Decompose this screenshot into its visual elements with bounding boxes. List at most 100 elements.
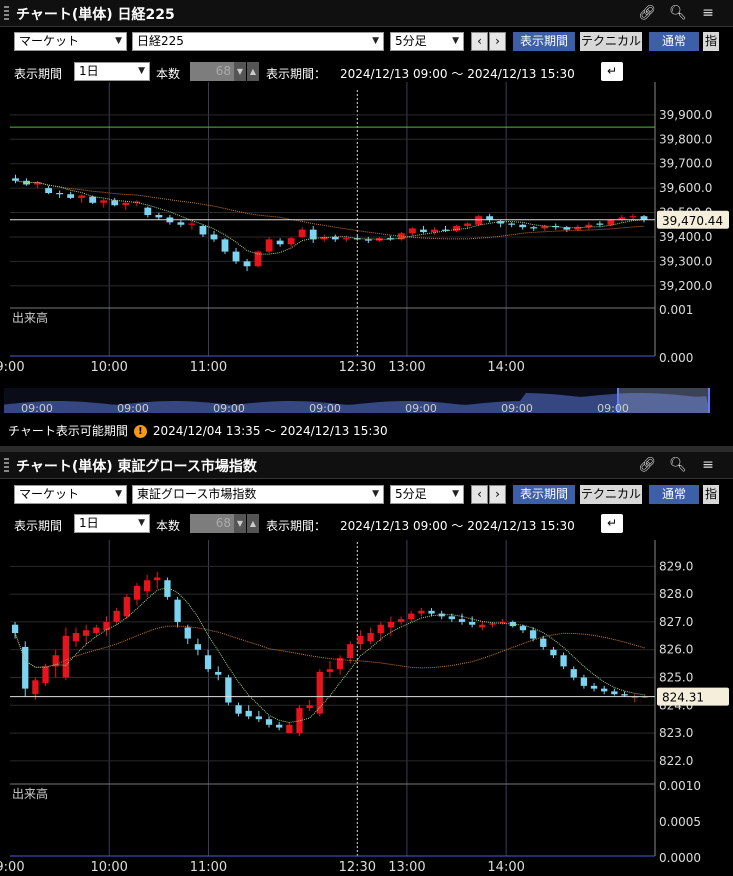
search-icon[interactable]: 🔍︎: [669, 4, 687, 22]
candle: [458, 619, 466, 622]
count-down-icon[interactable]: ▼: [234, 514, 246, 533]
candle: [611, 691, 618, 695]
candle: [72, 633, 80, 642]
mode-index-button[interactable]: 指: [703, 485, 719, 504]
candle: [143, 580, 151, 592]
prev-button[interactable]: ‹: [471, 485, 488, 504]
count-up-icon[interactable]: ▲: [247, 514, 259, 533]
candle: [621, 694, 628, 696]
x-tick-label: 10:00: [90, 860, 127, 872]
count-input[interactable]: 68: [190, 62, 234, 81]
display-period-button[interactable]: 表示期間: [513, 32, 575, 51]
symbol-select[interactable]: 東証グロース市場指数 ▼: [132, 485, 384, 504]
market-select[interactable]: マーケット ▼: [14, 32, 127, 51]
count-down-icon[interactable]: ▼: [234, 62, 246, 81]
search-icon[interactable]: 🔍︎: [669, 456, 687, 474]
menu-icon[interactable]: ≡: [699, 4, 717, 22]
chevron-down-icon: ▼: [372, 36, 379, 46]
candle: [336, 658, 344, 670]
candle: [113, 610, 120, 622]
count-label: 本数: [156, 519, 181, 533]
candle: [529, 630, 537, 639]
y-tick-label: 822.0: [659, 754, 693, 768]
navigator-time-label: 09:00: [21, 402, 53, 415]
interval-select[interactable]: 5分足 ▼: [390, 485, 464, 504]
period-select[interactable]: 1日 ▼: [74, 514, 150, 533]
candle: [89, 196, 97, 203]
x-tick-label: 12:30: [339, 860, 376, 872]
volume-tick-label: 0.001: [659, 303, 693, 317]
candle: [276, 724, 283, 728]
candle: [541, 225, 549, 229]
market-select[interactable]: マーケット ▼: [14, 485, 127, 504]
mode-normal-button[interactable]: 通常: [649, 32, 699, 51]
candle: [215, 671, 222, 675]
display-period-button[interactable]: 表示期間: [513, 485, 575, 504]
candle: [265, 239, 273, 252]
title-bar[interactable]: チャート(単体) 東証グロース市場指数 🔗︎ 🔍︎ ≡: [0, 452, 733, 479]
candle: [235, 705, 242, 714]
candle: [475, 216, 483, 225]
drag-handle-icon[interactable]: [4, 6, 9, 20]
x-tick-label: 10:00: [90, 360, 127, 375]
navigator-bar[interactable]: 09:00 09:00 09:00 09:00 09:00 09:00 09:00: [0, 382, 733, 416]
mode-normal-button[interactable]: 通常: [649, 485, 699, 504]
candle: [22, 646, 29, 689]
y-tick-label: 39,400.0: [659, 230, 712, 244]
market-select-value: マーケット: [19, 34, 80, 48]
candle: [276, 240, 284, 245]
candle: [221, 239, 229, 252]
price-chart-growth[interactable]: 829.0828.0827.0826.0825.0824.0823.0822.0…: [0, 540, 733, 872]
candle: [590, 685, 598, 689]
range-label: 表示期間：: [266, 67, 327, 81]
candle: [11, 624, 19, 634]
candle: [243, 261, 251, 267]
technical-button[interactable]: テクニカル: [580, 32, 642, 51]
y-tick-label: 39,700.0: [659, 157, 712, 171]
candle: [123, 596, 130, 617]
candle: [78, 195, 86, 198]
symbol-select[interactable]: 日経225 ▼: [132, 32, 384, 51]
candle: [111, 200, 119, 206]
link-icon[interactable]: 🔗︎: [638, 456, 656, 474]
prev-button[interactable]: ‹: [471, 32, 488, 51]
candle: [409, 228, 416, 234]
candle: [519, 626, 527, 631]
panel-title: チャート(単体) 東証グロース市場指数: [16, 459, 257, 475]
technical-button[interactable]: テクニカル: [580, 485, 642, 504]
candle: [45, 188, 53, 194]
x-tick-label: 13:00: [388, 360, 425, 375]
candle: [12, 178, 19, 181]
link-icon[interactable]: 🔗︎: [638, 4, 656, 22]
candle: [560, 655, 567, 667]
price-chart-nikkei[interactable]: 39,900.039,800.039,700.039,600.039,500.0…: [0, 82, 733, 382]
return-icon[interactable]: ↵: [601, 62, 623, 81]
count-input[interactable]: 68: [190, 514, 234, 533]
interval-select[interactable]: 5分足 ▼: [390, 32, 464, 51]
return-icon[interactable]: ↵: [601, 514, 623, 533]
period-select[interactable]: 1日 ▼: [74, 62, 150, 81]
mode-index-button[interactable]: 指: [703, 32, 719, 51]
candle: [62, 635, 70, 678]
candle: [580, 677, 588, 686]
candle: [629, 216, 637, 218]
candle: [174, 599, 181, 622]
next-button[interactable]: ›: [489, 32, 506, 51]
candle: [103, 621, 110, 631]
range-label: 表示期間：: [266, 519, 327, 533]
navigator-time-label: 09:00: [117, 402, 149, 415]
candle: [331, 236, 339, 240]
volume-tick-label: 0.0000: [659, 851, 701, 865]
y-tick-label: 828.0: [659, 587, 693, 601]
menu-icon[interactable]: ≡: [699, 456, 717, 474]
y-tick-label: 829.0: [659, 559, 693, 573]
toolbar: マーケット ▼ 日経225 ▼ 5分足 ▼ ‹ › 表示期間 テクニカル 通常 指: [0, 32, 733, 58]
panel-growth: チャート(単体) 東証グロース市場指数 🔗︎ 🔍︎ ≡ マーケット ▼ 東証グロー…: [0, 452, 733, 876]
count-up-icon[interactable]: ▲: [247, 62, 259, 81]
drag-handle-icon[interactable]: [4, 458, 9, 472]
candle: [347, 644, 354, 659]
title-bar[interactable]: チャート(単体) 日経225 🔗︎ 🔍︎ ≡: [0, 0, 733, 27]
candle: [298, 229, 306, 237]
range-value: 2024/12/13 09:00 ～ 2024/12/13 15:30: [340, 519, 575, 533]
next-button[interactable]: ›: [489, 485, 506, 504]
